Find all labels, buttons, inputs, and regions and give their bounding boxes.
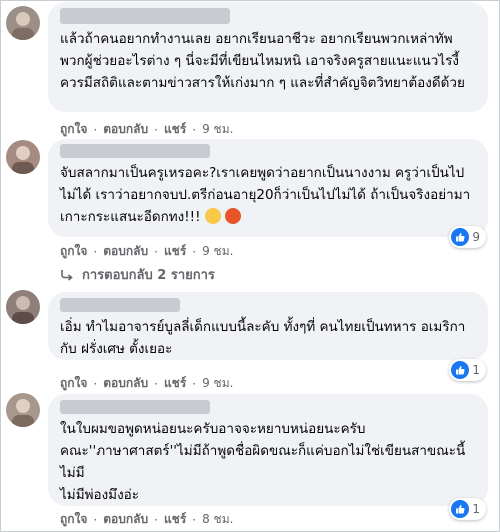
avatar[interactable]: [6, 393, 40, 427]
replies-label: การตอบกลับ 2 รายการ: [82, 268, 215, 283]
like-link[interactable]: ถูกใจ: [60, 374, 87, 393]
face-emoji-icon: [204, 208, 221, 224]
reply-link[interactable]: ตอบกลับ: [103, 374, 148, 393]
share-link[interactable]: แชร์: [164, 242, 186, 261]
like-link[interactable]: ถูกใจ: [60, 120, 87, 139]
share-link[interactable]: แชร์: [164, 510, 186, 529]
like-link[interactable]: ถูกใจ: [60, 242, 87, 261]
comment-actions: ถูกใจ · ตอบกลับ · แชร์ · 9 ชม.: [60, 374, 233, 393]
reaction-count[interactable]: 1: [449, 359, 486, 381]
comment-text: ในใบผมขอพูดหน่อยนะครับอาจจะหยาบหน่อยนะคร…: [60, 421, 466, 503]
comment-actions: ถูกใจ · ตอบกลับ · แชร์ · 9 ชม.: [60, 242, 233, 261]
like-link[interactable]: ถูกใจ: [60, 510, 87, 529]
avatar[interactable]: [6, 140, 40, 174]
comment-bubble: แล้วถ้าคนอยากทำงานเลย อยากเรียนอาชีวะ อย…: [48, 2, 488, 112]
timestamp[interactable]: 9 ชม.: [202, 374, 233, 393]
avatar[interactable]: [6, 290, 40, 324]
reply-link[interactable]: ตอบกลับ: [103, 510, 148, 529]
share-link[interactable]: แชร์: [164, 120, 186, 139]
reaction-count-value: 1: [472, 363, 480, 377]
commenter-name-redacted[interactable]: [60, 8, 230, 24]
comment-bubble: ในใบผมขอพูดหน่อยนะครับอาจจะหยาบหน่อยนะคร…: [48, 394, 488, 506]
like-icon: [451, 228, 470, 246]
like-icon: [451, 500, 470, 518]
reply-link[interactable]: ตอบกลับ: [103, 242, 148, 261]
comment-text: แล้วถ้าคนอยากทำงานเลย อยากเรียนอาชีวะ อย…: [60, 31, 465, 91]
comment-actions: ถูกใจ · ตอบกลับ · แชร์ · 8 ชม.: [60, 510, 233, 529]
reply-arrow-icon: [61, 269, 73, 281]
reaction-count[interactable]: 9: [449, 226, 486, 248]
comment-text: จับสลากมาเป็นครูเหรอคะ?เราเคยพูดว่าอยากเ…: [60, 165, 471, 225]
comment-text: เอิ่ม ทำไมอาจารย์บูลลี่เด็กแบบนี้ละคับ ท…: [60, 319, 470, 357]
comment-actions: ถูกใจ · ตอบกลับ · แชร์ · 9 ชม.: [60, 120, 233, 139]
timestamp[interactable]: 8 ชม.: [202, 510, 233, 529]
comment-bubble: เอิ่ม ทำไมอาจารย์บูลลี่เด็กแบบนี้ละคับ ท…: [48, 292, 488, 360]
like-icon: [451, 361, 470, 379]
timestamp[interactable]: 9 ชม.: [202, 242, 233, 261]
commenter-name-redacted[interactable]: [60, 400, 210, 414]
angry-emoji-icon: [225, 208, 242, 224]
avatar[interactable]: [6, 6, 40, 40]
comment-bubble: จับสลากมาเป็นครูเหรอคะ?เราเคยพูดว่าอยากเ…: [48, 139, 488, 237]
reaction-count-value: 1: [472, 502, 480, 516]
reaction-count[interactable]: 1: [449, 498, 486, 520]
reaction-count-value: 9: [472, 230, 480, 244]
share-link[interactable]: แชร์: [164, 374, 186, 393]
commenter-name-redacted[interactable]: [60, 298, 180, 312]
view-replies-link[interactable]: การตอบกลับ 2 รายการ: [60, 264, 215, 285]
timestamp[interactable]: 9 ชม.: [202, 120, 233, 139]
reply-link[interactable]: ตอบกลับ: [103, 120, 148, 139]
commenter-name-redacted[interactable]: [60, 144, 210, 158]
